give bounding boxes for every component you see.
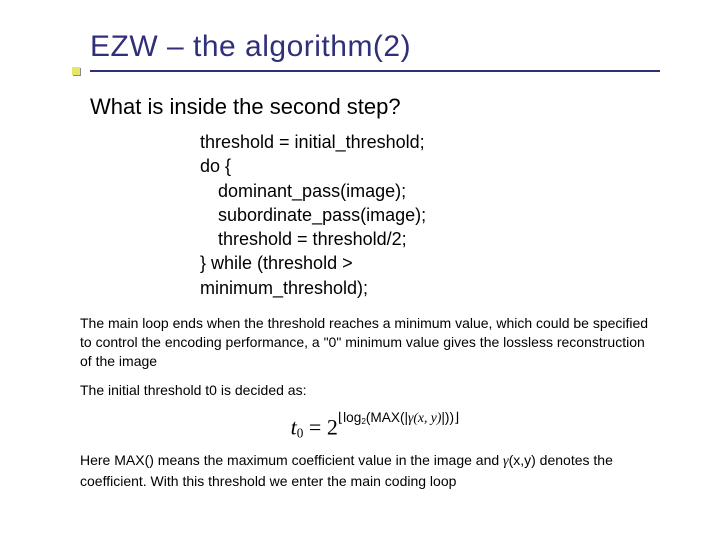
slide-title: EZW – the algorithm(2): [90, 30, 660, 64]
code-indent: subordinate_pass(image);: [200, 203, 426, 227]
code-indent: threshold = threshold/2;: [200, 227, 407, 251]
para3-part-a: Here MAX() means the maximum coefficient…: [80, 452, 503, 468]
pseudocode-block: threshold = initial_threshold; do { domi…: [200, 130, 660, 300]
formula-block: t0 = 2⌊log2(MAX(|γ(x, y)|))⌋: [90, 410, 660, 442]
formula-log: log: [343, 410, 361, 425]
paragraph-max-explanation: Here MAX() means the maximum coefficient…: [80, 451, 650, 491]
formula-close: |)): [441, 410, 454, 425]
subheading: What is inside the second step?: [90, 94, 660, 120]
floor-right-icon: ⌋: [454, 410, 459, 425]
title-bullet-icon: [72, 67, 80, 75]
code-line: } while (threshold >: [200, 251, 660, 275]
code-line: minimum_threshold);: [200, 276, 660, 300]
formula-max-open: (MAX(|: [366, 410, 408, 425]
code-line: subordinate_pass(image);: [200, 203, 660, 227]
code-line: do {: [200, 154, 660, 178]
code-line: dominant_pass(image);: [200, 179, 660, 203]
code-line: threshold = initial_threshold;: [200, 130, 660, 154]
paragraph-loop-explanation: The main loop ends when the threshold re…: [80, 314, 650, 371]
title-block: EZW – the algorithm(2): [90, 30, 660, 72]
formula-args: (x, y): [413, 410, 441, 425]
title-underline: [90, 70, 660, 72]
code-indent: dominant_pass(image);: [200, 179, 406, 203]
code-line: threshold = threshold/2;: [200, 227, 660, 251]
formula-t0: t0 = 2⌊log2(MAX(|γ(x, y)|))⌋: [291, 410, 460, 442]
formula-lhs-sub: 0: [297, 425, 304, 440]
formula-eq: =: [309, 414, 321, 439]
slide: EZW – the algorithm(2) What is inside th…: [0, 0, 720, 540]
paragraph-threshold-intro: The initial threshold t0 is decided as:: [80, 381, 650, 400]
formula-base: 2: [327, 414, 338, 439]
slide-body: What is inside the second step? threshol…: [90, 94, 660, 491]
formula-exponent: ⌊log2(MAX(|γ(x, y)|))⌋: [338, 410, 460, 425]
